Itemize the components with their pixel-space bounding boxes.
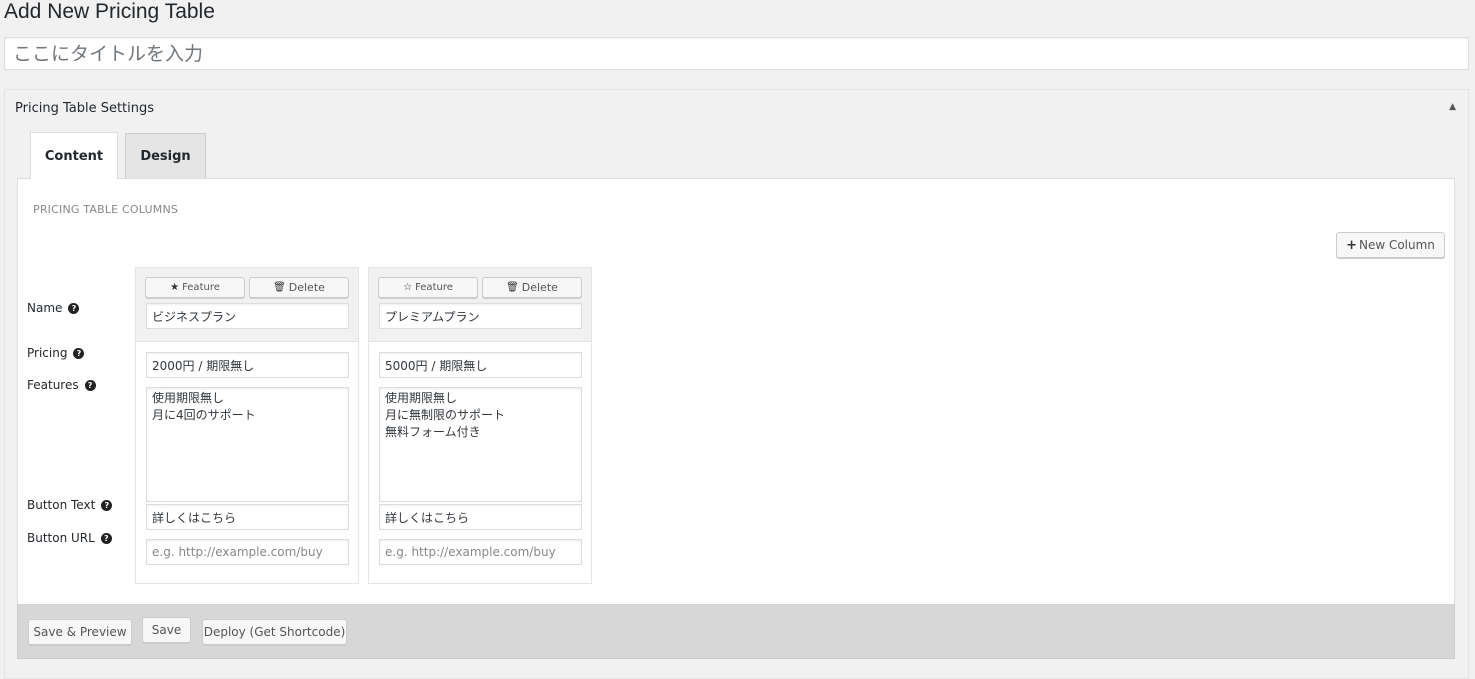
- column-name-input[interactable]: [146, 303, 349, 329]
- pricing-column: ★ Feature 🗑 Delete 使用期限無し 月に4回のサポート: [135, 267, 359, 584]
- tab-design[interactable]: Design: [125, 133, 206, 178]
- feature-label: Feature: [415, 282, 453, 293]
- delete-button[interactable]: 🗑 Delete: [249, 277, 349, 298]
- title-input[interactable]: [4, 37, 1469, 70]
- help-icon[interactable]: ?: [101, 499, 113, 511]
- column-pricing-input[interactable]: [146, 352, 349, 378]
- trash-icon: 🗑: [506, 282, 519, 293]
- new-column-button[interactable]: + New Column: [1336, 232, 1445, 258]
- row-label-pricing-text: Pricing: [27, 346, 68, 360]
- row-label-name-text: Name: [27, 301, 63, 315]
- row-label-pricing: Pricing ?: [27, 346, 85, 360]
- deploy-button[interactable]: Deploy (Get Shortcode): [202, 619, 347, 645]
- star-filled-icon: ★: [170, 282, 180, 293]
- help-icon[interactable]: ?: [68, 302, 80, 314]
- column-button-url-input[interactable]: [379, 539, 582, 565]
- column-button-url-input[interactable]: [146, 539, 349, 565]
- pricing-column: ☆ Feature 🗑 Delete 使用期限無し 月に無制限のサポート 無料フ…: [368, 267, 592, 584]
- row-label-button-text-text: Button Text: [27, 498, 96, 512]
- row-label-name: Name ?: [27, 301, 80, 315]
- feature-button[interactable]: ☆ Feature: [378, 277, 478, 298]
- column-header: ★ Feature 🗑 Delete: [136, 268, 358, 342]
- row-label-features: Features ?: [27, 378, 96, 392]
- tab-content[interactable]: Content: [30, 132, 118, 179]
- column-pricing-input[interactable]: [379, 352, 582, 378]
- collapse-toggle-icon[interactable]: ▲: [1449, 102, 1456, 112]
- row-label-features-text: Features: [27, 378, 79, 392]
- save-preview-button[interactable]: Save & Preview: [28, 619, 132, 645]
- column-header: ☆ Feature 🗑 Delete: [369, 268, 591, 342]
- row-label-button-url-text: Button URL: [27, 531, 95, 545]
- help-icon[interactable]: ?: [73, 347, 85, 359]
- help-icon[interactable]: ?: [100, 532, 112, 544]
- feature-label: Feature: [182, 282, 220, 293]
- column-features-textarea[interactable]: 使用期限無し 月に4回のサポート: [146, 387, 349, 502]
- row-label-button-text: Button Text ?: [27, 498, 113, 512]
- column-features-textarea[interactable]: 使用期限無し 月に無制限のサポート 無料フォーム付き: [379, 387, 582, 502]
- feature-button[interactable]: ★ Feature: [145, 277, 245, 298]
- plus-icon: +: [1346, 237, 1357, 253]
- star-outline-icon: ☆: [403, 282, 413, 293]
- column-button-text-input[interactable]: [379, 504, 582, 530]
- pricing-table-settings-box: Pricing Table Settings ▲ Content Design …: [4, 89, 1469, 679]
- trash-icon: 🗑: [273, 282, 286, 293]
- content-panel: PRICING TABLE COLUMNS + New Column Name …: [17, 178, 1455, 605]
- delete-button[interactable]: 🗑 Delete: [482, 277, 582, 298]
- page-title: Add New Pricing Table: [4, 0, 215, 23]
- delete-label: Delete: [288, 281, 325, 294]
- help-icon[interactable]: ?: [84, 379, 96, 391]
- delete-label: Delete: [521, 281, 558, 294]
- section-heading: PRICING TABLE COLUMNS: [33, 203, 179, 216]
- new-column-label: New Column: [1358, 238, 1435, 252]
- metabox-title: Pricing Table Settings: [15, 101, 155, 116]
- action-bar: Save & Preview Save Deploy (Get Shortcod…: [17, 604, 1455, 659]
- save-button[interactable]: Save: [142, 617, 191, 643]
- column-button-text-input[interactable]: [146, 504, 349, 530]
- row-label-button-url: Button URL ?: [27, 531, 112, 545]
- column-name-input[interactable]: [379, 303, 582, 329]
